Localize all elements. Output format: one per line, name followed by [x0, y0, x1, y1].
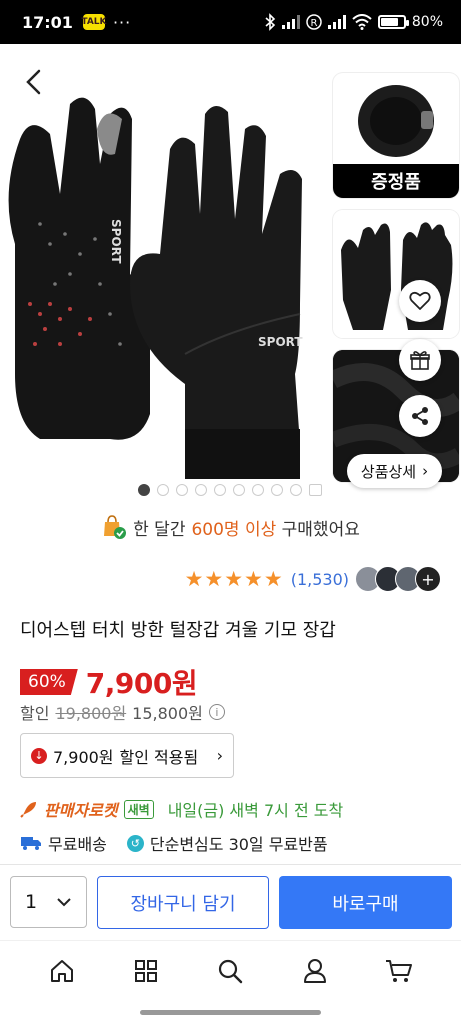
rocket-label: 판매자로켓 [44, 801, 118, 820]
star-icon: ★ [263, 566, 283, 591]
delivery-row: 판매자로켓 새벽 내일(금) 새벽 7시 전 도착 [20, 797, 343, 821]
free-shipping: 무료배송 [48, 835, 107, 854]
sale-price: 15,800원 [132, 704, 203, 723]
home-icon [51, 959, 74, 982]
nav-search[interactable] [210, 951, 250, 991]
coupon-price: 7,900원 [53, 747, 114, 767]
home-indicator [140, 1010, 321, 1015]
purchase-note-prefix: 한 달간 [133, 519, 186, 540]
kakaotalk-icon: TALK [81, 14, 107, 30]
svg-text:R: R [310, 18, 317, 29]
nav-category[interactable] [126, 951, 166, 991]
share-button[interactable] [399, 395, 441, 437]
price-down-icon: ↓ [31, 747, 47, 764]
dawn-badge: 새벽 [123, 799, 154, 819]
pager-more-icon[interactable] [309, 484, 322, 496]
pager-dot[interactable] [195, 484, 207, 496]
purchase-note: 한 달간 600명 이상 구매했어요 [0, 514, 461, 540]
chevron-right-icon: › [216, 746, 223, 765]
return-icon: ↺ [126, 834, 144, 852]
star-rating: ★ ★ ★ ★ ★ [184, 566, 283, 591]
search-icon [219, 959, 243, 983]
coupon-label: 할인 적용됨 [119, 747, 199, 767]
price-row: 60% 7,900원 [20, 662, 198, 702]
gift-banner: 증정품 [333, 164, 459, 198]
battery-percent: 80% [411, 14, 443, 30]
sub-price-row: 할인 19,800원 15,800원 i [20, 700, 225, 724]
signal-icon [281, 15, 300, 29]
gallery-pager [138, 484, 322, 496]
category-icon [135, 959, 158, 982]
purchase-note-suffix: 구매했어요 [281, 519, 360, 540]
bluetooth-icon [264, 13, 276, 31]
thumbnail-gift[interactable]: 증정품 [333, 73, 459, 198]
cart-icon [385, 959, 412, 982]
pager-dot[interactable] [138, 484, 150, 496]
star-icon: ★ [204, 566, 224, 591]
review-count[interactable]: (1,530) [291, 570, 349, 589]
delivery-eta: 내일(금) 새벽 7시 전 도착 [167, 801, 344, 820]
shipping-row: 무료배송 ↺ 단순변심도 30일 무료반품 [20, 831, 328, 855]
final-price: 7,900원 [85, 667, 198, 700]
info-icon[interactable]: i [208, 704, 225, 720]
buy-now-button[interactable]: 바로구매 [279, 876, 452, 929]
product-detail-button[interactable]: 상품상세 › [347, 454, 442, 488]
shopping-bag-check-icon [104, 515, 127, 539]
gift-button[interactable] [399, 339, 441, 381]
rating-row[interactable]: ★ ★ ★ ★ ★ (1,530) + [185, 566, 441, 592]
pager-dot[interactable] [233, 484, 245, 496]
product-title: 디어스텝 터치 방한 털장갑 겨울 기모 장갑 [20, 620, 336, 641]
purchase-note-count: 600명 이상 [191, 519, 277, 540]
discount-badge: 60% [20, 669, 78, 695]
review-photos[interactable]: + [355, 566, 441, 592]
nav-my-account[interactable] [295, 951, 335, 991]
product-main-image[interactable]: SPORT SPORT [0, 44, 330, 479]
more-photos-icon[interactable]: + [415, 566, 441, 592]
rocket-icon [20, 802, 36, 818]
quantity-value: 1 [25, 891, 38, 913]
star-icon: ★ [224, 566, 244, 591]
status-time: 17:01 [22, 12, 73, 32]
nav-home[interactable] [42, 951, 82, 991]
back-button[interactable] [18, 66, 50, 98]
add-to-cart-button[interactable]: 장바구니 담기 [97, 876, 269, 929]
gift-icon [410, 351, 430, 370]
pager-dot[interactable] [271, 484, 283, 496]
roaming-icon: R [306, 14, 322, 30]
thumbnail-gloves[interactable] [333, 210, 459, 338]
chevron-down-icon [57, 898, 71, 907]
battery-icon [377, 15, 409, 29]
pager-dot[interactable] [214, 484, 226, 496]
svg-text:SPORT: SPORT [109, 219, 123, 264]
nav-cart[interactable] [379, 951, 419, 991]
wifi-icon [352, 14, 372, 30]
original-price: 19,800원 [55, 704, 127, 723]
heart-icon [409, 291, 431, 310]
product-sheet: SPORT SPORT 증정품 상품상세 › 한 달간 600명 이상 구매했어… [0, 44, 461, 1024]
purchase-action-bar: 1 장바구니 담기 바로구매 [0, 864, 461, 940]
svg-text:SPORT: SPORT [258, 335, 303, 349]
bottom-nav [0, 940, 461, 1000]
pager-dot[interactable] [290, 484, 302, 496]
pager-dot[interactable] [252, 484, 264, 496]
star-icon: ★ [184, 566, 204, 591]
product-detail-label: 상품상세 [360, 462, 417, 481]
coupon-applied-button[interactable]: ↓ 7,900원 할인 적용됨 › [20, 733, 234, 778]
signal-icon [327, 15, 346, 29]
truck-icon [21, 837, 41, 850]
wishlist-button[interactable] [399, 280, 441, 322]
share-icon [412, 407, 428, 425]
chevron-right-icon: › [422, 462, 429, 480]
discount-label: 할인 [20, 704, 50, 723]
more-notifications-icon: ··· [112, 12, 132, 32]
free-returns: 단순변심도 30일 무료반품 [149, 835, 328, 854]
product-gallery[interactable]: SPORT SPORT 증정품 상품상세 › [0, 44, 461, 488]
pager-dot[interactable] [157, 484, 169, 496]
user-icon [303, 958, 326, 983]
status-bar: 17:01 TALK ··· R 80% [0, 0, 461, 44]
quantity-select[interactable]: 1 [10, 876, 87, 928]
pager-dot[interactable] [176, 484, 188, 496]
star-icon: ★ [244, 566, 263, 591]
